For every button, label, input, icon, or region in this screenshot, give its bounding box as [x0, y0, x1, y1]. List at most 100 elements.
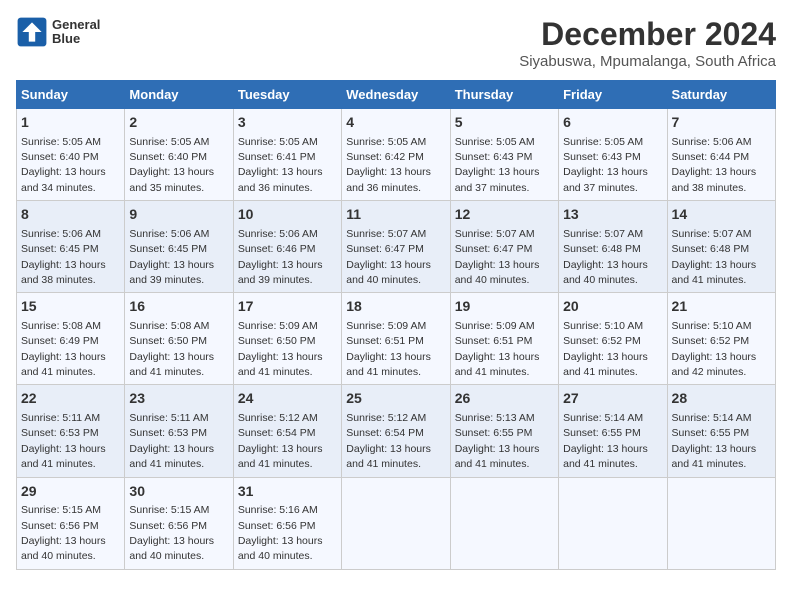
sunrise-info: Sunrise: 5:05 AM — [346, 136, 426, 148]
daylight-info: Daylight: 13 hours and 38 minutes. — [21, 259, 106, 286]
table-row: 15 Sunrise: 5:08 AM Sunset: 6:49 PM Dayl… — [17, 293, 125, 385]
day-number: 16 — [129, 297, 228, 317]
sunset-info: Sunset: 6:49 PM — [21, 335, 99, 347]
logo-text: General Blue — [52, 18, 100, 47]
daylight-info: Daylight: 13 hours and 41 minutes. — [563, 351, 648, 378]
sunrise-info: Sunrise: 5:12 AM — [346, 412, 426, 424]
col-saturday: Saturday — [667, 81, 775, 109]
sunrise-info: Sunrise: 5:14 AM — [563, 412, 643, 424]
table-row: 22 Sunrise: 5:11 AM Sunset: 6:53 PM Dayl… — [17, 385, 125, 477]
sunrise-info: Sunrise: 5:10 AM — [672, 320, 752, 332]
sunset-info: Sunset: 6:40 PM — [129, 151, 207, 163]
table-row: 16 Sunrise: 5:08 AM Sunset: 6:50 PM Dayl… — [125, 293, 233, 385]
sunset-info: Sunset: 6:52 PM — [672, 335, 750, 347]
sunset-info: Sunset: 6:55 PM — [672, 427, 750, 439]
table-row: 12 Sunrise: 5:07 AM Sunset: 6:47 PM Dayl… — [450, 201, 558, 293]
table-row: 14 Sunrise: 5:07 AM Sunset: 6:48 PM Dayl… — [667, 201, 775, 293]
table-row: 5 Sunrise: 5:05 AM Sunset: 6:43 PM Dayli… — [450, 109, 558, 201]
sunset-info: Sunset: 6:41 PM — [238, 151, 316, 163]
daylight-info: Daylight: 13 hours and 41 minutes. — [346, 351, 431, 378]
sunrise-info: Sunrise: 5:14 AM — [672, 412, 752, 424]
table-row: 17 Sunrise: 5:09 AM Sunset: 6:50 PM Dayl… — [233, 293, 341, 385]
daylight-info: Daylight: 13 hours and 40 minutes. — [346, 259, 431, 286]
day-number: 15 — [21, 297, 120, 317]
title-section: December 2024 Siyabuswa, Mpumalanga, Sou… — [519, 16, 776, 70]
col-sunday: Sunday — [17, 81, 125, 109]
sunrise-info: Sunrise: 5:05 AM — [129, 136, 209, 148]
sunrise-info: Sunrise: 5:16 AM — [238, 504, 318, 516]
header-row: Sunday Monday Tuesday Wednesday Thursday… — [17, 81, 776, 109]
sunrise-info: Sunrise: 5:07 AM — [346, 228, 426, 240]
logo-line1: General — [52, 18, 100, 32]
table-row: 19 Sunrise: 5:09 AM Sunset: 6:51 PM Dayl… — [450, 293, 558, 385]
table-row: 29 Sunrise: 5:15 AM Sunset: 6:56 PM Dayl… — [17, 477, 125, 569]
day-number: 5 — [455, 113, 554, 133]
daylight-info: Daylight: 13 hours and 40 minutes. — [563, 259, 648, 286]
table-row: 28 Sunrise: 5:14 AM Sunset: 6:55 PM Dayl… — [667, 385, 775, 477]
col-friday: Friday — [559, 81, 667, 109]
sunrise-info: Sunrise: 5:06 AM — [672, 136, 752, 148]
sunrise-info: Sunrise: 5:11 AM — [129, 412, 208, 424]
sunrise-info: Sunrise: 5:15 AM — [21, 504, 101, 516]
table-row: 18 Sunrise: 5:09 AM Sunset: 6:51 PM Dayl… — [342, 293, 450, 385]
sunset-info: Sunset: 6:40 PM — [21, 151, 99, 163]
main-title: December 2024 — [519, 16, 776, 53]
daylight-info: Daylight: 13 hours and 34 minutes. — [21, 166, 106, 193]
sunset-info: Sunset: 6:55 PM — [563, 427, 641, 439]
table-row — [667, 477, 775, 569]
table-row: 2 Sunrise: 5:05 AM Sunset: 6:40 PM Dayli… — [125, 109, 233, 201]
sunset-info: Sunset: 6:45 PM — [21, 243, 99, 255]
sunset-info: Sunset: 6:53 PM — [129, 427, 207, 439]
daylight-info: Daylight: 13 hours and 41 minutes. — [563, 443, 648, 470]
sunset-info: Sunset: 6:51 PM — [346, 335, 424, 347]
table-row: 20 Sunrise: 5:10 AM Sunset: 6:52 PM Dayl… — [559, 293, 667, 385]
sunrise-info: Sunrise: 5:05 AM — [238, 136, 318, 148]
sunset-info: Sunset: 6:51 PM — [455, 335, 533, 347]
sunrise-info: Sunrise: 5:06 AM — [21, 228, 101, 240]
calendar-table: Sunday Monday Tuesday Wednesday Thursday… — [16, 80, 776, 570]
sunrise-info: Sunrise: 5:05 AM — [21, 136, 101, 148]
daylight-info: Daylight: 13 hours and 36 minutes. — [238, 166, 323, 193]
daylight-info: Daylight: 13 hours and 38 minutes. — [672, 166, 757, 193]
day-number: 30 — [129, 482, 228, 502]
day-number: 2 — [129, 113, 228, 133]
daylight-info: Daylight: 13 hours and 41 minutes. — [672, 443, 757, 470]
daylight-info: Daylight: 13 hours and 42 minutes. — [672, 351, 757, 378]
day-number: 12 — [455, 205, 554, 225]
table-row: 13 Sunrise: 5:07 AM Sunset: 6:48 PM Dayl… — [559, 201, 667, 293]
daylight-info: Daylight: 13 hours and 35 minutes. — [129, 166, 214, 193]
day-number: 4 — [346, 113, 445, 133]
sunset-info: Sunset: 6:55 PM — [455, 427, 533, 439]
logo-line2: Blue — [52, 32, 100, 46]
calendar-row: 22 Sunrise: 5:11 AM Sunset: 6:53 PM Dayl… — [17, 385, 776, 477]
day-number: 22 — [21, 389, 120, 409]
sunrise-info: Sunrise: 5:11 AM — [21, 412, 100, 424]
sunrise-info: Sunrise: 5:05 AM — [563, 136, 643, 148]
sunset-info: Sunset: 6:42 PM — [346, 151, 424, 163]
sunset-info: Sunset: 6:56 PM — [21, 520, 99, 532]
sunrise-info: Sunrise: 5:09 AM — [346, 320, 426, 332]
sunset-info: Sunset: 6:48 PM — [672, 243, 750, 255]
sunset-info: Sunset: 6:56 PM — [238, 520, 316, 532]
daylight-info: Daylight: 13 hours and 37 minutes. — [563, 166, 648, 193]
table-row: 11 Sunrise: 5:07 AM Sunset: 6:47 PM Dayl… — [342, 201, 450, 293]
day-number: 6 — [563, 113, 662, 133]
day-number: 29 — [21, 482, 120, 502]
day-number: 28 — [672, 389, 771, 409]
sunset-info: Sunset: 6:54 PM — [346, 427, 424, 439]
daylight-info: Daylight: 13 hours and 37 minutes. — [455, 166, 540, 193]
sunrise-info: Sunrise: 5:09 AM — [238, 320, 318, 332]
table-row: 1 Sunrise: 5:05 AM Sunset: 6:40 PM Dayli… — [17, 109, 125, 201]
sunrise-info: Sunrise: 5:07 AM — [672, 228, 752, 240]
daylight-info: Daylight: 13 hours and 39 minutes. — [238, 259, 323, 286]
day-number: 7 — [672, 113, 771, 133]
logo-icon — [16, 16, 48, 48]
col-monday: Monday — [125, 81, 233, 109]
sunrise-info: Sunrise: 5:05 AM — [455, 136, 535, 148]
table-row: 24 Sunrise: 5:12 AM Sunset: 6:54 PM Dayl… — [233, 385, 341, 477]
col-wednesday: Wednesday — [342, 81, 450, 109]
sunset-info: Sunset: 6:48 PM — [563, 243, 641, 255]
table-row: 25 Sunrise: 5:12 AM Sunset: 6:54 PM Dayl… — [342, 385, 450, 477]
table-row: 30 Sunrise: 5:15 AM Sunset: 6:56 PM Dayl… — [125, 477, 233, 569]
table-row: 4 Sunrise: 5:05 AM Sunset: 6:42 PM Dayli… — [342, 109, 450, 201]
